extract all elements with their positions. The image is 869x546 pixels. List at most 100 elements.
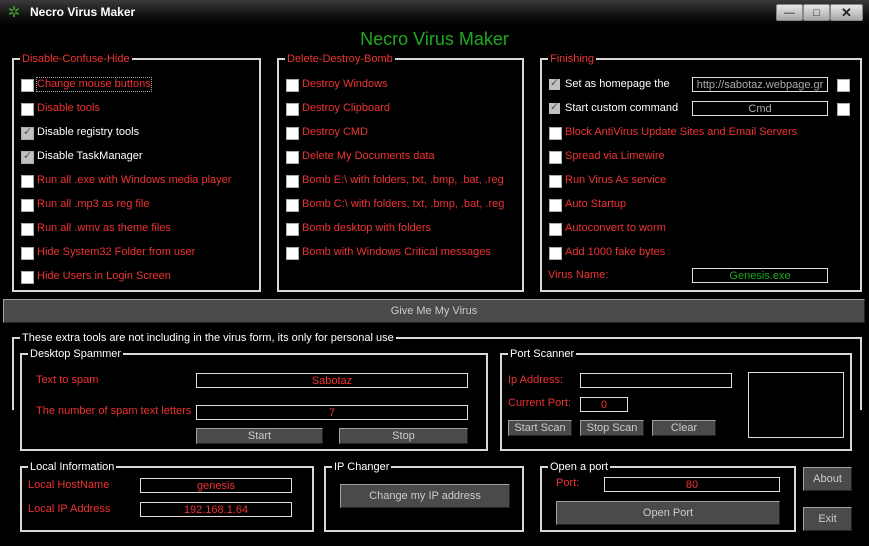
open-port-label: Port: — [556, 477, 580, 489]
destroy-cmd-checkbox[interactable] — [286, 127, 299, 140]
custom-command-field[interactable]: Cmd — [692, 101, 828, 116]
run-mp3-reg-checkbox[interactable] — [21, 199, 34, 212]
ip-changer-group: IP Changer Change my IP address — [324, 460, 524, 532]
text-to-spam-label: Text to spam — [36, 374, 99, 386]
spam-text-field[interactable]: Sabotaz — [196, 373, 468, 388]
title-bar[interactable]: ✲ Necro Virus Maker — □ ✕ — [0, 0, 869, 26]
group-title: These extra tools are not including in t… — [20, 331, 396, 345]
checkbox-label: Add 1000 fake bytes — [565, 246, 666, 258]
homepage-confirm-checkbox[interactable] — [837, 79, 850, 92]
bomb-critical-messages-checkbox[interactable] — [286, 247, 299, 260]
group-title: Open a port — [548, 460, 611, 474]
checkbox-label: Run all .wmv as theme files — [37, 222, 171, 234]
checkbox-label: Hide Users in Login Screen — [37, 270, 171, 282]
clear-scan-button[interactable]: Clear — [652, 420, 716, 436]
destroy-clipboard-checkbox[interactable] — [286, 103, 299, 116]
destroy-windows-checkbox[interactable] — [286, 79, 299, 92]
cannabis-leaf-icon: ✲ — [7, 4, 21, 21]
spam-stop-button[interactable]: Stop — [339, 428, 468, 444]
disable-registry-tools-checkbox[interactable] — [21, 125, 34, 140]
homepage-url-field[interactable]: http://sabotaz.webpage.gr — [692, 77, 828, 92]
maximize-button[interactable]: □ — [803, 4, 830, 21]
run-exe-wmp-checkbox[interactable] — [21, 175, 34, 188]
spam-count-field[interactable]: 7 — [196, 405, 468, 420]
window-title: Necro Virus Maker — [30, 5, 136, 19]
group-title: Delete-Destroy-Bomb — [285, 52, 395, 66]
checkbox-label: Destroy Windows — [302, 78, 388, 90]
spread-limewire-checkbox[interactable] — [549, 151, 562, 164]
checkbox-label: Bomb E:\ with folders, txt, .bmp, .bat, … — [302, 174, 504, 186]
checkbox-label: Disable tools — [37, 102, 100, 114]
scan-ip-label: Ip Address: — [508, 374, 564, 386]
exit-button[interactable]: Exit — [803, 507, 852, 531]
change-mouse-buttons-checkbox[interactable] — [21, 79, 34, 92]
scan-ip-field[interactable] — [580, 373, 732, 388]
delete-my-documents-checkbox[interactable] — [286, 151, 299, 164]
autoconvert-worm-checkbox[interactable] — [549, 223, 562, 236]
change-ip-button[interactable]: Change my IP address — [340, 484, 510, 508]
local-ip-label: Local IP Address — [28, 503, 111, 515]
local-hostname-field[interactable]: genesis — [140, 478, 292, 493]
group-title: Local Information — [28, 460, 117, 474]
group-title: IP Changer — [332, 460, 392, 474]
disable-taskmanager-checkbox[interactable] — [21, 149, 34, 164]
minimize-button[interactable]: — — [776, 4, 803, 21]
app-heading: Necro Virus Maker — [360, 29, 509, 49]
port-scanner-group: Port Scanner Ip Address: Current Port: 0… — [500, 347, 852, 451]
bomb-e-drive-checkbox[interactable] — [286, 175, 299, 188]
about-button[interactable]: About — [803, 467, 852, 491]
checkbox-label: Bomb with Windows Critical messages — [302, 246, 491, 258]
checkbox-label: Set as homepage the — [565, 78, 670, 90]
virus-name-field[interactable]: Genesis.exe — [692, 268, 828, 283]
checkbox-label: Destroy Clipboard — [302, 102, 391, 114]
group-title: Port Scanner — [508, 347, 577, 361]
spam-count-label: The number of spam text letters — [36, 405, 192, 417]
group-title: Desktop Spammer — [28, 347, 124, 361]
checkbox-label: Bomb desktop with folders — [302, 222, 432, 234]
open-port-field[interactable]: 80 — [604, 477, 780, 492]
checkbox-label: Auto Startup — [565, 198, 627, 210]
scan-results-list[interactable] — [748, 372, 844, 438]
spam-start-button[interactable]: Start — [196, 428, 323, 444]
checkbox-label: Bomb C:\ with folders, txt, .bmp, .bat, … — [302, 198, 505, 210]
finishing-group: Finishing Set as homepage the http://sab… — [540, 52, 862, 292]
hide-system32-checkbox[interactable] — [21, 247, 34, 260]
current-port-field[interactable]: 0 — [580, 397, 628, 412]
group-title: Disable-Confuse-Hide — [20, 52, 132, 66]
checkbox-label: Start custom command — [565, 102, 679, 114]
main-window: ✲ Necro Virus Maker — □ ✕ Necro Virus Ma… — [0, 0, 869, 546]
run-wmv-theme-checkbox[interactable] — [21, 223, 34, 236]
group-border — [12, 378, 14, 410]
open-port-button[interactable]: Open Port — [556, 501, 780, 525]
bomb-c-drive-checkbox[interactable] — [286, 199, 299, 212]
set-homepage-checkbox[interactable] — [549, 76, 560, 90]
fake-bytes-checkbox[interactable] — [549, 247, 562, 260]
checkbox-label: Autoconvert to worm — [565, 222, 666, 234]
run-as-service-checkbox[interactable] — [549, 175, 562, 188]
block-antivirus-checkbox[interactable] — [549, 127, 562, 140]
checkbox-label: Spread via Limewire — [565, 150, 665, 162]
checkbox-label: Hide System32 Folder from user — [37, 246, 196, 258]
checkbox-label: Run all .mp3 as reg file — [37, 198, 150, 210]
checkbox-label: Delete My Documents data — [302, 150, 435, 162]
hide-users-login-checkbox[interactable] — [21, 271, 34, 284]
checkbox-label: Change mouse buttons — [36, 77, 152, 92]
custom-command-confirm-checkbox[interactable] — [837, 103, 850, 116]
local-information-group: Local Information Local HostName genesis… — [20, 460, 314, 532]
disable-tools-checkbox[interactable] — [21, 103, 34, 116]
checkbox-label: Destroy CMD — [302, 126, 369, 138]
close-button[interactable]: ✕ — [830, 4, 863, 21]
local-ip-field[interactable]: 192.168.1.64 — [140, 502, 292, 517]
start-custom-command-checkbox[interactable] — [549, 100, 560, 114]
auto-startup-checkbox[interactable] — [549, 199, 562, 212]
desktop-spammer-group: Desktop Spammer Text to spam Sabotaz The… — [20, 347, 488, 451]
virus-name-label: Virus Name: — [548, 269, 609, 281]
group-border — [860, 378, 862, 410]
current-port-label: Current Port: — [508, 397, 571, 409]
checkbox-label: Disable registry tools — [37, 126, 140, 138]
give-me-my-virus-button[interactable]: Give Me My Virus — [3, 299, 865, 323]
stop-scan-button[interactable]: Stop Scan — [580, 420, 644, 436]
bomb-desktop-checkbox[interactable] — [286, 223, 299, 236]
start-scan-button[interactable]: Start Scan — [508, 420, 572, 436]
checkbox-label: Run Virus As service — [565, 174, 667, 186]
